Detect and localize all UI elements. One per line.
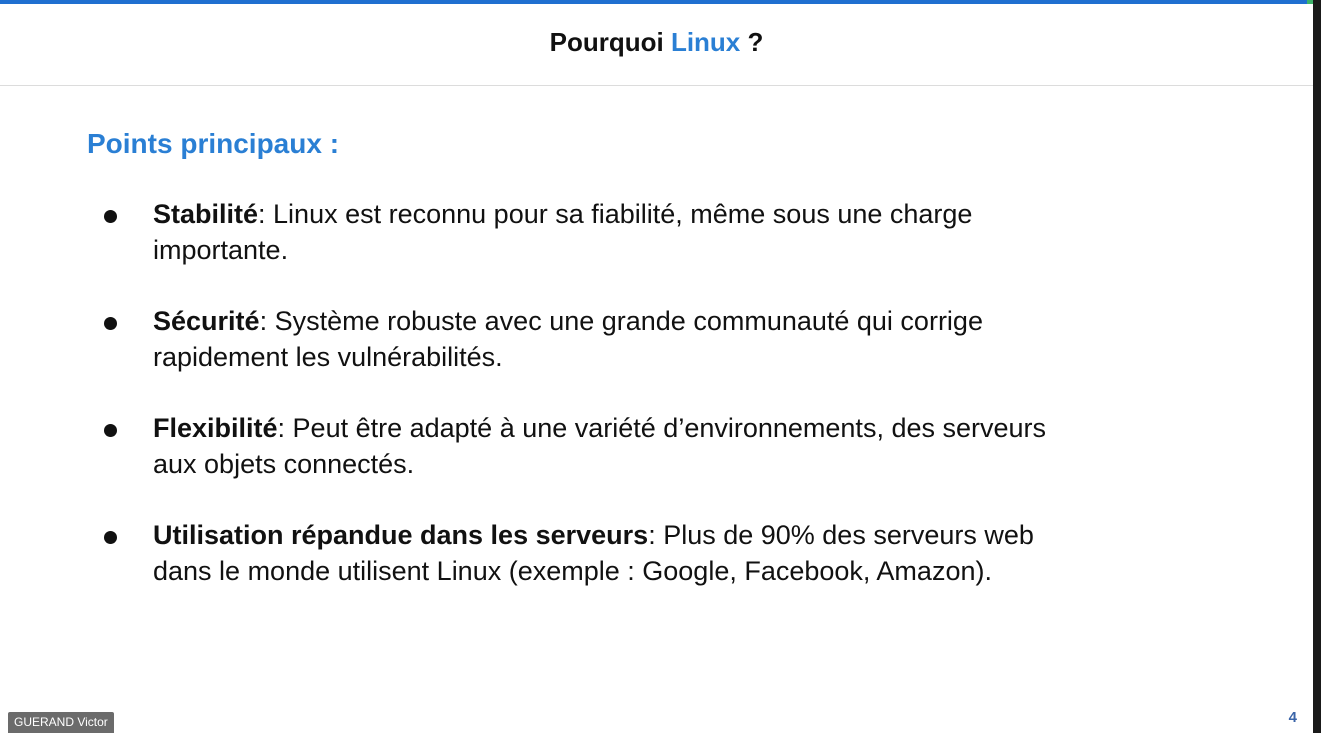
title-prefix: Pourquoi	[549, 27, 671, 57]
bullet-item: Flexibilité: Peut être adapté à une vari…	[100, 410, 1100, 482]
bullet-description: : Linux est reconnu pour sa fiabilité, m…	[153, 199, 973, 265]
bullet-dot-icon	[104, 424, 117, 437]
section-heading: Points principaux :	[87, 128, 340, 159]
bullet-text: Flexibilité: Peut être adapté à une vari…	[153, 410, 1083, 482]
bullet-item: Sécurité: Système robuste avec une grand…	[100, 303, 1100, 375]
bullet-term: Stabilité	[153, 199, 259, 229]
slide-page-number: 4	[1288, 709, 1297, 726]
bullet-text: Stabilité: Linux est reconnu pour sa fia…	[153, 196, 1083, 268]
bullet-item: Utilisation répandue dans les serveurs: …	[100, 517, 1100, 589]
screen-share-view: Pourquoi Linux ? Points principaux : Sta…	[0, 0, 1321, 733]
slide-title: Pourquoi Linux ?	[550, 27, 764, 58]
presentation-slide: Pourquoi Linux ? Points principaux : Sta…	[0, 4, 1313, 733]
bullet-term: Sécurité	[153, 306, 260, 336]
bullet-item: Stabilité: Linux est reconnu pour sa fia…	[100, 196, 1100, 268]
presenter-name-tag: GUERAND Victor	[8, 712, 114, 733]
title-accent: Linux	[670, 27, 741, 57]
bullet-dot-icon	[104, 531, 117, 544]
bullet-description: : Peut être adapté à une variété d’envir…	[153, 413, 1047, 479]
bullet-text: Sécurité: Système robuste avec une grand…	[153, 303, 1083, 375]
slide-header: Pourquoi Linux ?	[0, 4, 1313, 86]
bullet-dot-icon	[104, 210, 117, 223]
bullet-term: Utilisation répandue dans les serveurs	[153, 520, 649, 550]
bullet-text: Utilisation répandue dans les serveurs: …	[153, 517, 1083, 589]
bullet-list: Stabilité: Linux est reconnu pour sa fia…	[100, 196, 1100, 624]
bullet-description: : Système robuste avec une grande commun…	[153, 306, 983, 372]
title-suffix: ?	[740, 27, 764, 57]
window-edge	[1313, 0, 1321, 733]
bullet-dot-icon	[104, 317, 117, 330]
bullet-term: Flexibilité	[153, 413, 278, 443]
